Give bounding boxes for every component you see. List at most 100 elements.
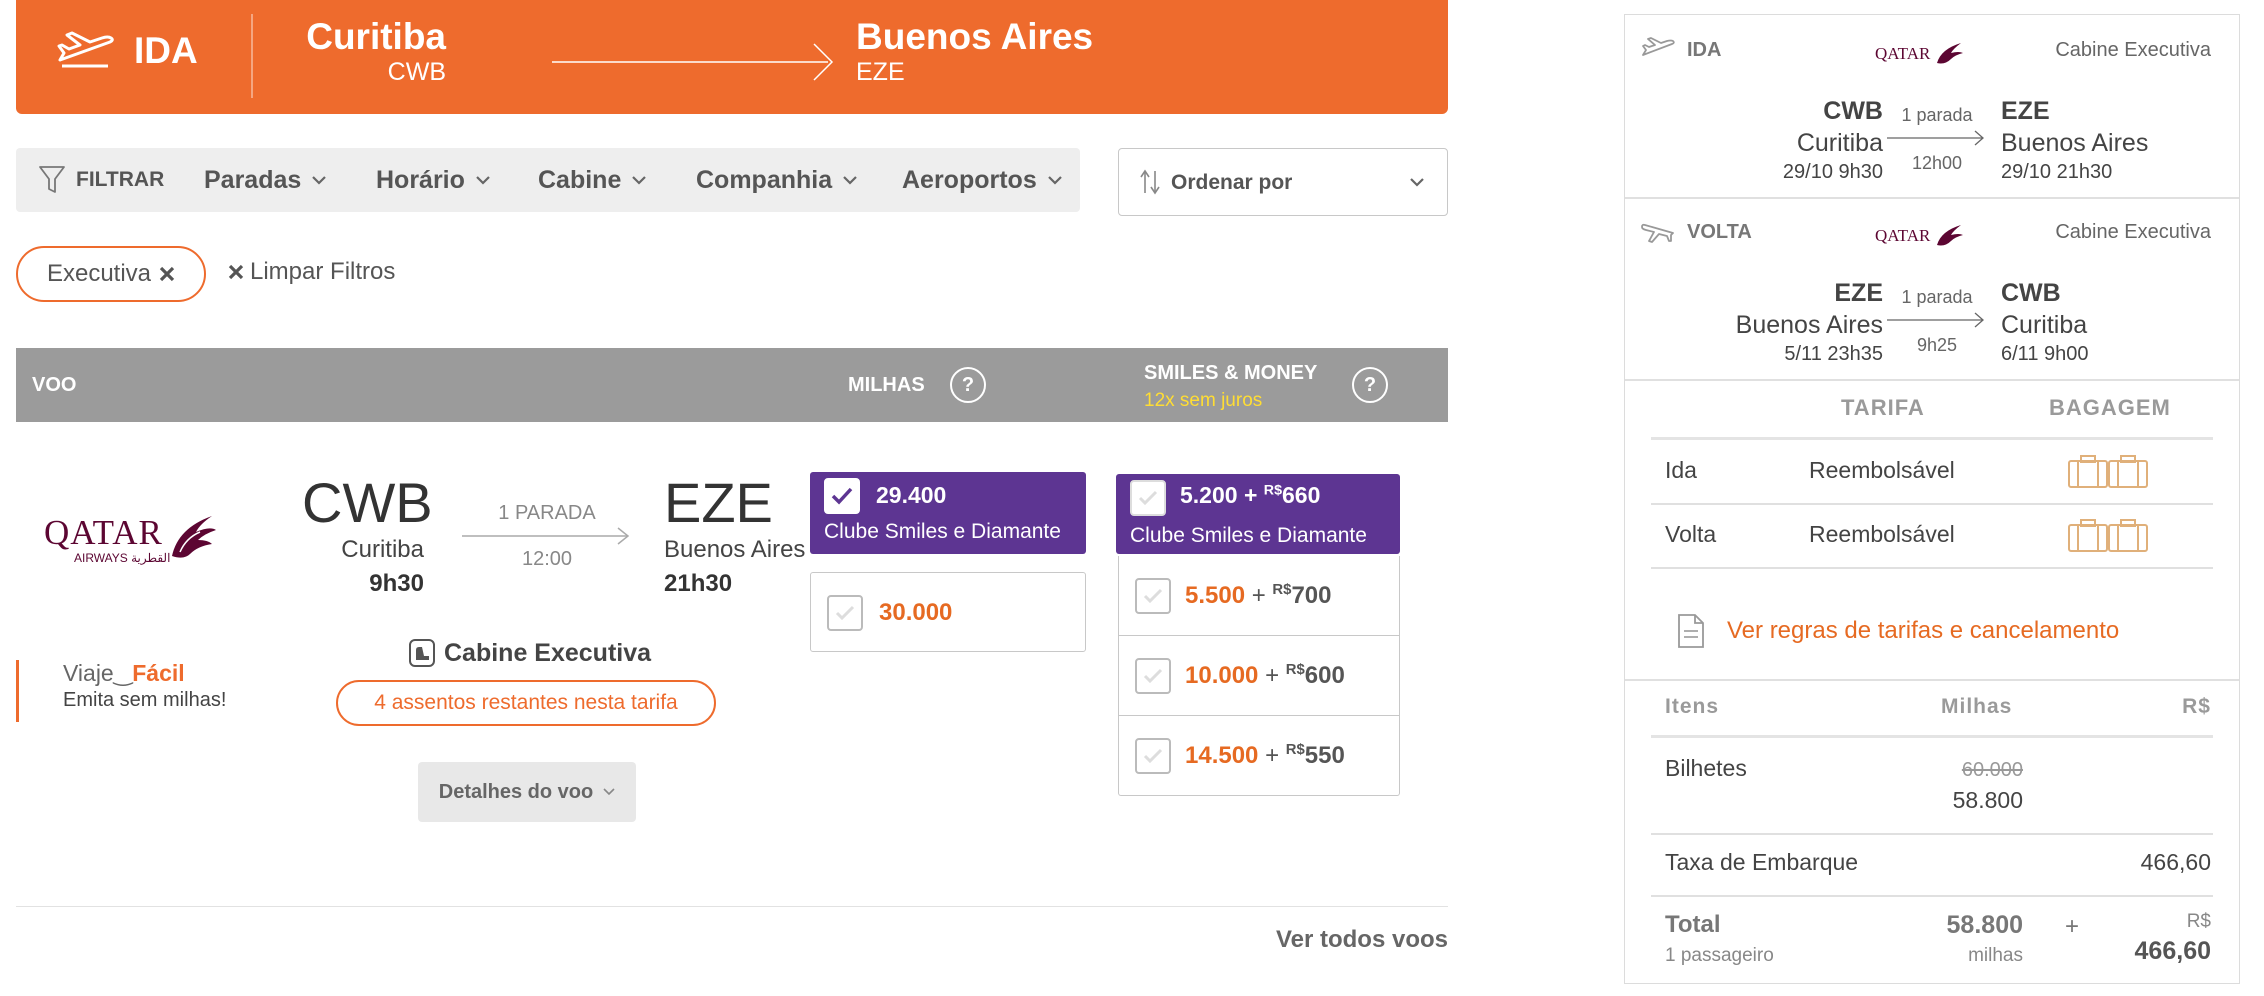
banner-origin-code: CWB — [387, 58, 446, 86]
inbound-from-date: 5/11 23h35 — [1784, 343, 1883, 365]
miles-option-value: 29.400 — [876, 482, 947, 508]
airline-subtitle: AIRWAYS القطرية — [74, 551, 170, 565]
total-money: 466,60 — [2134, 937, 2211, 965]
currency-symbol: R$ — [2186, 911, 2211, 932]
smiles-money-option-value: 5.500 + R$700 — [1185, 582, 1331, 610]
inbound-to-date: 6/11 9h00 — [2001, 343, 2089, 365]
see-all-flights-link[interactable]: Ver todos voos — [1276, 926, 1448, 954]
checkbox-unchecked[interactable] — [827, 595, 863, 631]
option-miles: 5.200 — [1180, 482, 1238, 508]
tickets-miles: 58.800 — [1952, 787, 2023, 813]
chevron-down-icon — [311, 175, 327, 185]
outbound-stops: 1 parada — [1901, 105, 1973, 125]
outbound-to-city: Buenos Aires — [2001, 129, 2149, 157]
destination-code: EZE — [664, 471, 773, 534]
filter-horario-label: Horário — [376, 165, 465, 194]
destination-city: Buenos Aires — [664, 536, 806, 563]
remove-filter-icon[interactable] — [159, 266, 175, 282]
smiles-money-option[interactable]: 5.500 + R$700 — [1118, 556, 1400, 636]
inbound-label: VOLTA — [1687, 221, 1752, 243]
total-label: Total — [1665, 911, 1721, 938]
stops-label: 1 PARADA — [498, 502, 596, 524]
items-column-header: Itens — [1665, 695, 1720, 718]
header-smiles-money: SMILES & MONEY — [1144, 362, 1318, 384]
filter-button[interactable]: FILTRAR — [38, 148, 164, 212]
miles-help-icon[interactable]: ? — [950, 367, 986, 403]
miles-option-selected[interactable]: 29.400 Clube Smiles e Diamante — [810, 472, 1086, 554]
fare-rules-link[interactable]: Ver regras de tarifas e cancelamento — [1727, 617, 2119, 645]
header-miles: MILHAS — [848, 374, 925, 396]
checkbox-unchecked[interactable] — [1135, 658, 1171, 694]
fare-row-leg: Volta — [1665, 521, 1717, 547]
airline-logo-small: QATAR — [1875, 221, 1965, 251]
airplane-landing-icon — [1641, 221, 1675, 245]
route-banner: IDA Curitiba CWB Buenos Aires EZE — [16, 0, 1448, 114]
funnel-icon — [38, 165, 66, 195]
sort-label: Ordenar por — [1171, 171, 1293, 194]
viaje-facil-logo: Viaje‿Fácil — [63, 660, 185, 686]
document-icon — [1677, 613, 1705, 649]
airline-logo: QATAR AIRWAYS القطرية — [44, 510, 224, 570]
booking-summary-panel: IDA QATAR Cabine Executiva CWB Curitiba … — [1624, 14, 2240, 984]
viaje-facil-promo[interactable]: Viaje‿Fácil Emita sem milhas! — [16, 660, 226, 722]
option-money: 550 — [1304, 742, 1345, 769]
filter-label: FILTRAR — [76, 168, 165, 191]
inbound-duration: 9h25 — [1916, 335, 1958, 355]
option-money: 660 — [1282, 482, 1321, 508]
arrival-time: 21h30 — [664, 570, 733, 597]
filter-paradas[interactable]: Paradas — [204, 148, 327, 212]
option-currency: R$ — [1285, 742, 1305, 758]
header-installments: 12x sem juros — [1144, 390, 1263, 411]
chevron-down-icon — [1409, 177, 1425, 187]
airplane-takeoff-icon — [56, 30, 114, 70]
baggage-icon — [2067, 455, 2151, 489]
chevron-down-icon — [1047, 175, 1063, 185]
seats-remaining-badge: 4 assentos restantes nesta tarifa — [336, 680, 716, 726]
checkbox-unchecked[interactable] — [1135, 738, 1171, 774]
row-divider — [16, 906, 1448, 907]
smiles-money-help-icon[interactable]: ? — [1352, 367, 1388, 403]
option-currency: R$ — [1285, 662, 1305, 678]
banner-destination-city: Buenos Aires — [856, 16, 1094, 57]
smiles-money-option[interactable]: 10.000 + R$600 — [1118, 636, 1400, 716]
active-filter-chip[interactable]: Executiva — [16, 246, 206, 302]
filter-horario[interactable]: Horário — [376, 148, 491, 212]
checkbox-unchecked[interactable] — [1135, 578, 1171, 614]
banner-destination-code: EZE — [856, 58, 905, 86]
divider — [1651, 833, 2213, 835]
total-miles: 58.800 — [1946, 911, 2023, 939]
miles-option-value: 30.000 — [879, 599, 953, 626]
checkbox-checked[interactable] — [824, 478, 860, 514]
miles-option[interactable]: 30.000 — [810, 572, 1086, 652]
divider — [1625, 379, 2239, 381]
clear-filters-link[interactable]: Limpar Filtros — [228, 258, 395, 286]
outbound-from-date: 29/10 9h30 — [1782, 161, 1883, 183]
viaje-label: Viaje — [63, 660, 114, 686]
header-flight: VOO — [32, 374, 77, 396]
checkbox-checked[interactable] — [1130, 480, 1166, 516]
fare-column-header: TARIFA — [1841, 395, 1925, 420]
route-arrow-icon — [1887, 129, 1987, 147]
flight-details-button[interactable]: Detalhes do voo — [418, 762, 636, 822]
option-miles: 5.500 — [1185, 582, 1246, 609]
sort-dropdown[interactable]: Ordenar por — [1118, 148, 1448, 216]
filter-companhia[interactable]: Companhia — [696, 148, 858, 212]
smiles-money-option-selected[interactable]: 5.200 + R$660 Clube Smiles e Diamante — [1116, 474, 1400, 554]
flight-arrow-icon — [462, 526, 632, 546]
smiles-money-option-value: 10.000 + R$600 — [1185, 662, 1345, 690]
option-money: 700 — [1291, 582, 1332, 609]
filter-aeroportos[interactable]: Aeroportos — [902, 148, 1063, 212]
tax-label: Taxa de Embarque — [1665, 849, 1859, 875]
smiles-money-option[interactable]: 14.500 + R$550 — [1118, 716, 1400, 796]
inbound-cabin: Cabine Executiva — [2055, 221, 2211, 243]
baggage-column-header: BAGAGEM — [2049, 395, 2171, 420]
option-plus: + — [1265, 662, 1280, 689]
outbound-to-date: 29/10 21h30 — [2001, 161, 2113, 183]
divider — [1651, 567, 2213, 569]
outbound-airline: QATAR — [1875, 44, 1931, 63]
filter-cabine[interactable]: Cabine — [538, 148, 647, 212]
filter-cabine-label: Cabine — [538, 165, 622, 194]
filter-aeroportos-label: Aeroportos — [902, 165, 1037, 194]
miles-unit: milhas — [1968, 945, 2023, 966]
smiles-money-option-tier: Clube Smiles e Diamante — [1130, 524, 1367, 547]
